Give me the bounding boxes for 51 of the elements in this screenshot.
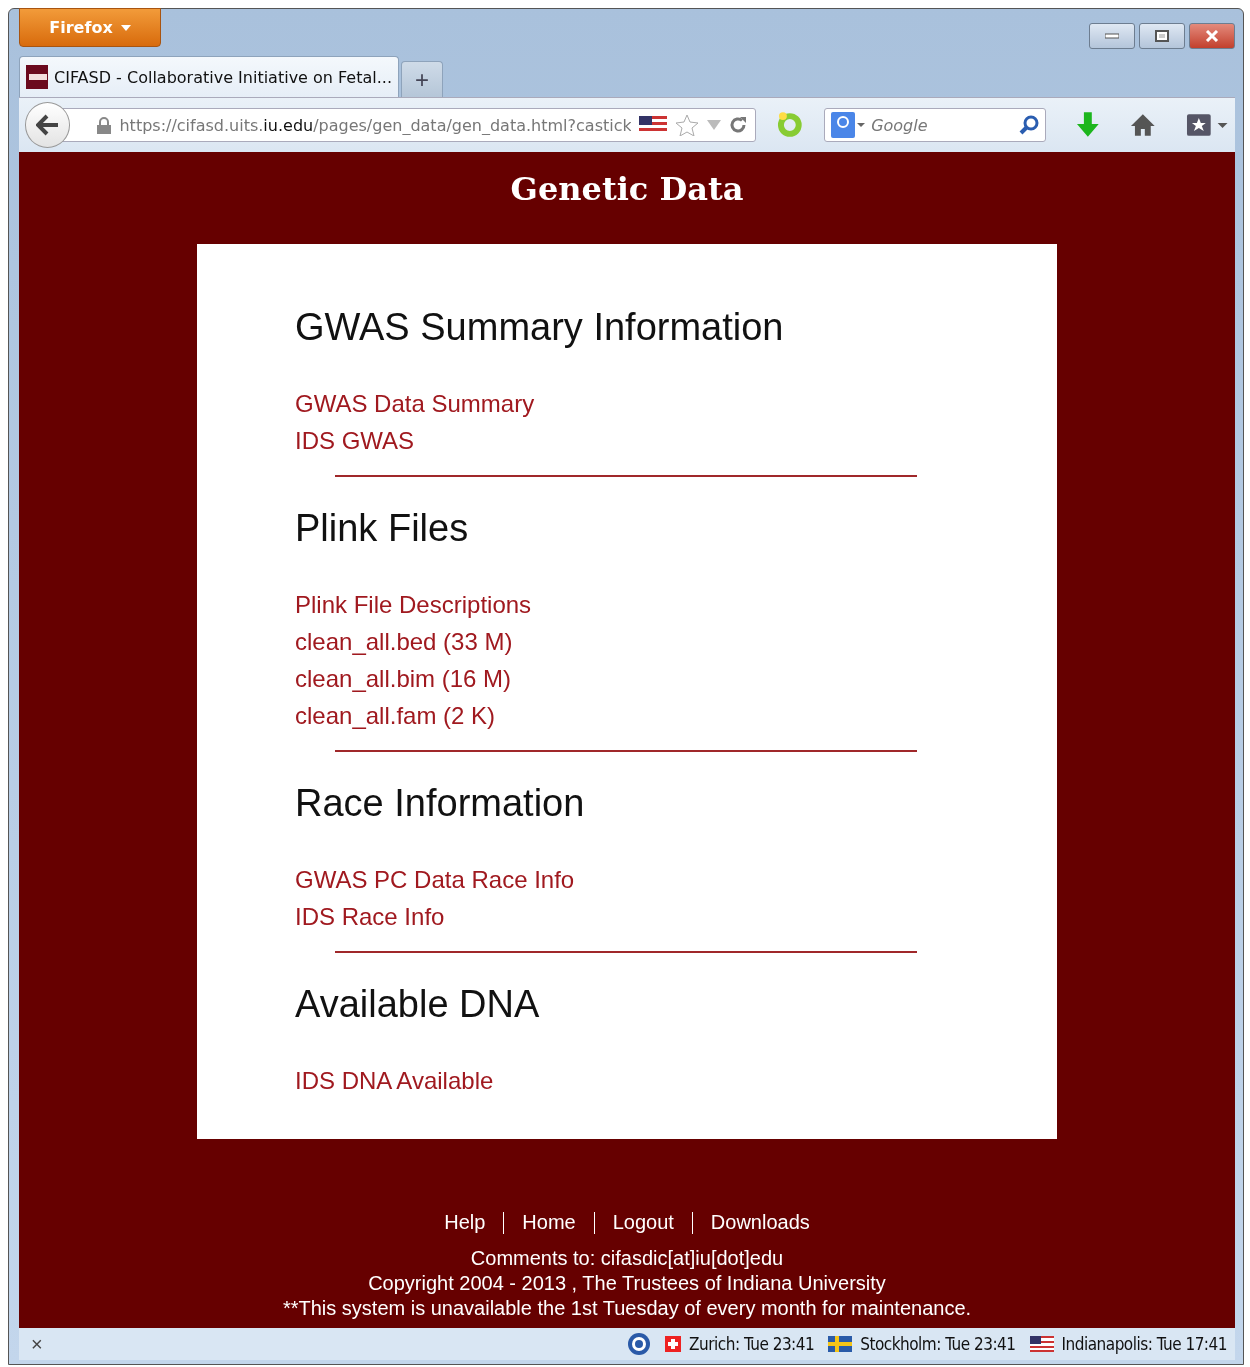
maximize-icon xyxy=(1155,30,1169,42)
download-link[interactable]: clean_all.bim (16 M) xyxy=(295,664,512,693)
minimize-button[interactable] xyxy=(1089,23,1135,49)
footer-link[interactable]: Downloads xyxy=(710,1211,810,1234)
close-addon-bar-button[interactable]: × xyxy=(27,1332,47,1356)
section-heading: Plink Files xyxy=(295,507,470,550)
back-arrow-icon xyxy=(35,114,60,136)
download-link[interactable]: clean_all.fam (2 K) xyxy=(295,701,496,730)
search-engine-icon[interactable] xyxy=(831,112,866,138)
download-link[interactable]: IDS GWAS xyxy=(295,426,415,455)
bookmarks-menu-icon[interactable] xyxy=(1185,113,1229,137)
clock-label: Zurich: Tue 23:41 xyxy=(689,1334,815,1354)
download-link[interactable]: GWAS PC Data Race Info xyxy=(295,865,575,894)
close-button[interactable] xyxy=(1189,23,1235,49)
reload-icon[interactable] xyxy=(729,116,748,134)
swedish-flag-icon xyxy=(828,1336,853,1352)
download-link[interactable]: Plink File Descriptions xyxy=(295,590,532,619)
caret-icon xyxy=(120,24,131,31)
home-icon[interactable] xyxy=(1129,113,1156,137)
search-field[interactable]: Google xyxy=(824,108,1047,142)
minimize-icon xyxy=(1105,33,1119,39)
footer-text: **This system is unavailable the 1st Tuesday of every month for maintenance. xyxy=(282,1296,972,1321)
download-link[interactable]: IDS DNA Available xyxy=(295,1066,494,1095)
back-button[interactable] xyxy=(25,102,71,148)
us-flag-icon xyxy=(1029,1336,1054,1352)
section-heading: GWAS Summary Information xyxy=(295,306,785,349)
clock-label: Stockholm: Tue 23:41 xyxy=(860,1334,1016,1354)
footer-text: Copyright 2004 - 2013 , The Trustees of Indiana University xyxy=(368,1271,886,1296)
new-tab-button[interactable]: + xyxy=(401,61,443,97)
page-title: Genetic Data xyxy=(510,170,744,208)
section-heading: Race Information xyxy=(295,782,586,825)
site-favicon-icon xyxy=(26,65,48,89)
swiss-flag-icon xyxy=(665,1336,682,1352)
skype-icon[interactable] xyxy=(627,1332,652,1356)
close-icon xyxy=(1205,30,1219,42)
flag-icon xyxy=(639,116,668,134)
search-input[interactable]: Google xyxy=(869,114,1016,136)
footer-text: Comments to: cifasdic[at]iu[dot]edu xyxy=(470,1246,784,1271)
footer-link[interactable]: Logout xyxy=(612,1211,674,1234)
section-heading: Available DNA xyxy=(295,983,541,1026)
clock-label: Indianapolis: Tue 17:41 xyxy=(1061,1334,1227,1354)
bookmark-star-icon[interactable] xyxy=(675,114,700,136)
search-icon[interactable] xyxy=(1019,115,1040,135)
footer-link[interactable]: Help xyxy=(444,1211,486,1234)
download-link[interactable]: IDS Race Info xyxy=(295,902,445,931)
download-link[interactable]: clean_all.bed (33 M) xyxy=(295,627,513,656)
maximize-button[interactable] xyxy=(1139,23,1185,49)
lock-icon xyxy=(97,116,112,134)
footer-link[interactable]: Home xyxy=(522,1211,576,1234)
browser-tab[interactable]: CIFASD - Collaborative Initiative on Fetal... xyxy=(19,56,399,97)
download-link[interactable]: GWAS Data Summary xyxy=(295,389,535,418)
